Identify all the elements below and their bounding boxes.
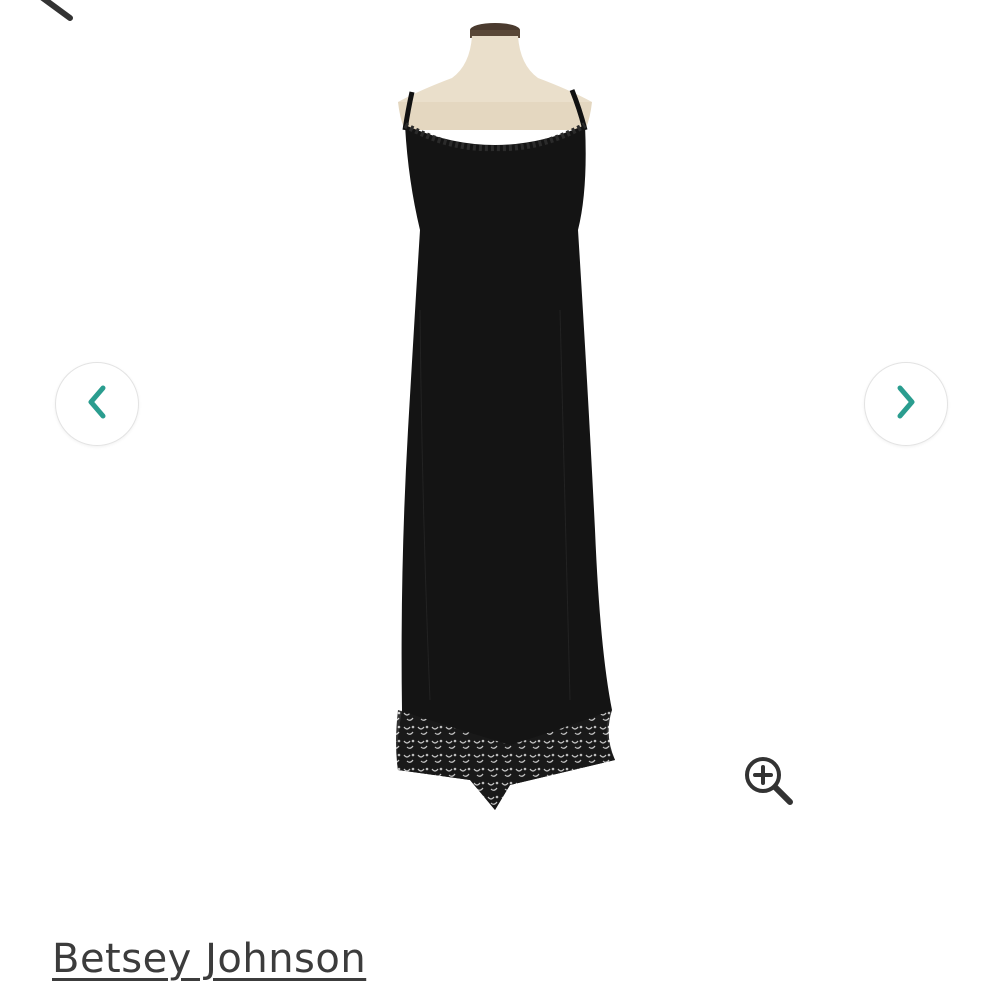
- brand-link[interactable]: Betsey Johnson: [52, 936, 366, 982]
- previous-image-button[interactable]: [55, 362, 139, 446]
- zoom-in-icon[interactable]: [742, 754, 796, 808]
- chevron-right-icon: [891, 382, 921, 426]
- chevron-left-icon: [82, 382, 112, 426]
- product-image: [360, 10, 650, 840]
- next-image-button[interactable]: [864, 362, 948, 446]
- back-arrow-icon[interactable]: [30, 0, 80, 26]
